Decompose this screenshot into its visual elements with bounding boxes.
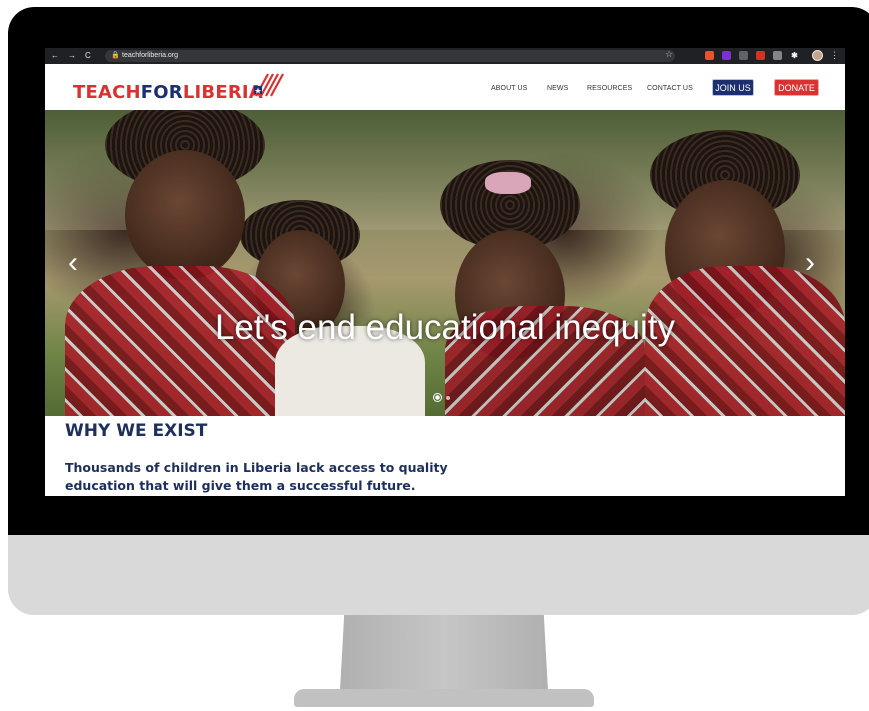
section-body-text: Thousands of children in Liberia lack ac… — [65, 460, 448, 493]
donate-button[interactable]: DONATE — [774, 79, 819, 96]
screen: ← → C 🔒 teachforliberia.org ☆ ✱ ⋮ TEACHF… — [45, 48, 845, 496]
forward-arrow-icon[interactable]: → — [68, 51, 76, 61]
nav-resources[interactable]: RESOURCES — [587, 85, 632, 92]
carousel-dot[interactable] — [446, 395, 450, 400]
profile-avatar[interactable] — [812, 50, 823, 61]
section-heading: WHY WE EXIST — [65, 421, 208, 441]
browser-nav-buttons: ← → C — [51, 51, 91, 61]
browser-menu-icon[interactable]: ⋮ — [830, 50, 839, 61]
lock-icon: 🔒 — [111, 52, 120, 59]
monitor-stand-base — [294, 689, 594, 707]
hero-photo-detail — [485, 172, 531, 194]
site-header: TEACHFORLIBERIA ABOUT US NEWS RESOURCES … — [45, 64, 845, 110]
logo-word-liberia: LIBERIA — [182, 82, 263, 103]
nav-contact-us[interactable]: CONTACT US — [647, 85, 693, 92]
liberia-flag-logo-icon — [254, 73, 284, 97]
extension-icon[interactable] — [773, 51, 782, 60]
why-we-exist-section: WHY WE EXIST Thousands of children in Li… — [45, 416, 845, 496]
hero-photo-child — [125, 150, 245, 280]
site-logo[interactable]: TEACHFORLIBERIA — [73, 82, 263, 103]
extension-icon[interactable] — [739, 51, 748, 60]
carousel-prev-chevron-icon[interactable]: ‹ — [68, 248, 78, 278]
extension-icon[interactable] — [705, 51, 714, 60]
hero-carousel: Let's end educational inequity ‹ › — [45, 110, 845, 416]
back-arrow-icon[interactable]: ← — [51, 51, 59, 61]
extension-icon[interactable] — [756, 51, 765, 60]
logo-word-teach: TEACH — [73, 82, 141, 103]
join-us-button[interactable]: JOIN US — [712, 79, 754, 96]
nav-news[interactable]: NEWS — [547, 85, 568, 92]
address-bar[interactable]: 🔒 teachforliberia.org — [105, 50, 675, 62]
reload-icon[interactable]: C — [85, 51, 91, 61]
monitor-stand — [340, 615, 548, 691]
browser-toolbar: ← → C 🔒 teachforliberia.org ☆ ✱ ⋮ — [45, 48, 845, 64]
bookmark-star-icon[interactable]: ☆ — [665, 49, 673, 60]
nav-about-us[interactable]: ABOUT US — [491, 85, 527, 92]
extension-icon[interactable] — [722, 51, 731, 60]
hero-title: Let's end educational inequity — [214, 308, 676, 347]
url-text: teachforliberia.org — [122, 52, 179, 59]
carousel-dot-active[interactable] — [433, 393, 442, 402]
logo-word-for: FOR — [140, 82, 183, 103]
carousel-indicators — [433, 393, 450, 402]
carousel-next-chevron-icon[interactable]: › — [805, 248, 815, 278]
puzzle-extensions-icon[interactable]: ✱ — [790, 51, 799, 60]
